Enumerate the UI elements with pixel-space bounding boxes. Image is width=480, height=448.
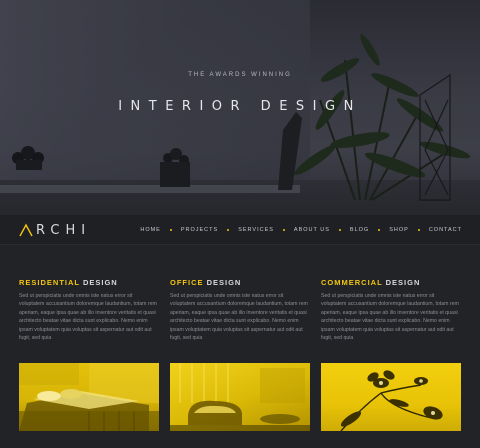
- brand-logo[interactable]: RCHI: [19, 222, 91, 238]
- service-title[interactable]: COMMERCIAL DESIGN: [321, 278, 461, 287]
- service-title[interactable]: OFFICE DESIGN: [170, 278, 310, 287]
- nav-item-home[interactable]: HOME: [140, 227, 161, 233]
- service-title[interactable]: RESIDENTIAL DESIGN: [19, 278, 159, 287]
- nav-item-about-us[interactable]: ABOUT US: [294, 227, 330, 233]
- nav-separator-dot: [169, 229, 172, 231]
- nav-separator-dot: [282, 229, 285, 231]
- nav-item-blog[interactable]: BLOG: [350, 227, 369, 233]
- nav-separator-dot: [417, 229, 420, 231]
- nav-separator-dot: [227, 229, 230, 231]
- nav-item-services[interactable]: SERVICES: [238, 227, 274, 233]
- hero-banner: THE AWARDS WINNING INTERIOR DESIGN: [0, 0, 480, 215]
- service-description: Sed ut perspiciatis unde omnis iste natu…: [321, 293, 459, 342]
- brand-name: RCHI: [36, 222, 92, 238]
- nav-item-contact[interactable]: CONTACT: [429, 227, 462, 233]
- bedroom-image[interactable]: [19, 363, 159, 431]
- logo-a-mark-icon: [19, 223, 33, 237]
- top-navbar: RCHI HOME PROJECTS SERVICES ABOUT US BLO…: [0, 215, 480, 245]
- service-office: OFFICE DESIGN Sed ut perspiciatis unde o…: [170, 278, 310, 431]
- hero-title: INTERIOR DESIGN: [118, 99, 362, 114]
- office-lounge-image[interactable]: [170, 363, 310, 431]
- service-residential: RESIDENTIAL DESIGN Sed ut perspiciatis u…: [19, 278, 159, 431]
- nav-item-shop[interactable]: SHOP: [389, 227, 409, 233]
- nav-separator-dot: [378, 229, 381, 231]
- main-nav: HOME PROJECTS SERVICES ABOUT US BLOG SHO…: [140, 215, 462, 245]
- flower-image[interactable]: [321, 363, 461, 431]
- service-description: Sed ut perspiciatis unde omnis iste natu…: [19, 293, 157, 342]
- nav-item-projects[interactable]: PROJECTS: [181, 227, 218, 233]
- services-columns: RESIDENTIAL DESIGN Sed ut perspiciatis u…: [19, 278, 461, 431]
- hero-subtitle: THE AWARDS WINNING: [188, 72, 292, 78]
- nav-separator-dot: [338, 229, 341, 231]
- service-commercial: COMMERCIAL DESIGN Sed ut perspiciatis un…: [321, 278, 461, 431]
- service-description: Sed ut perspiciatis unde omnis iste natu…: [170, 293, 308, 342]
